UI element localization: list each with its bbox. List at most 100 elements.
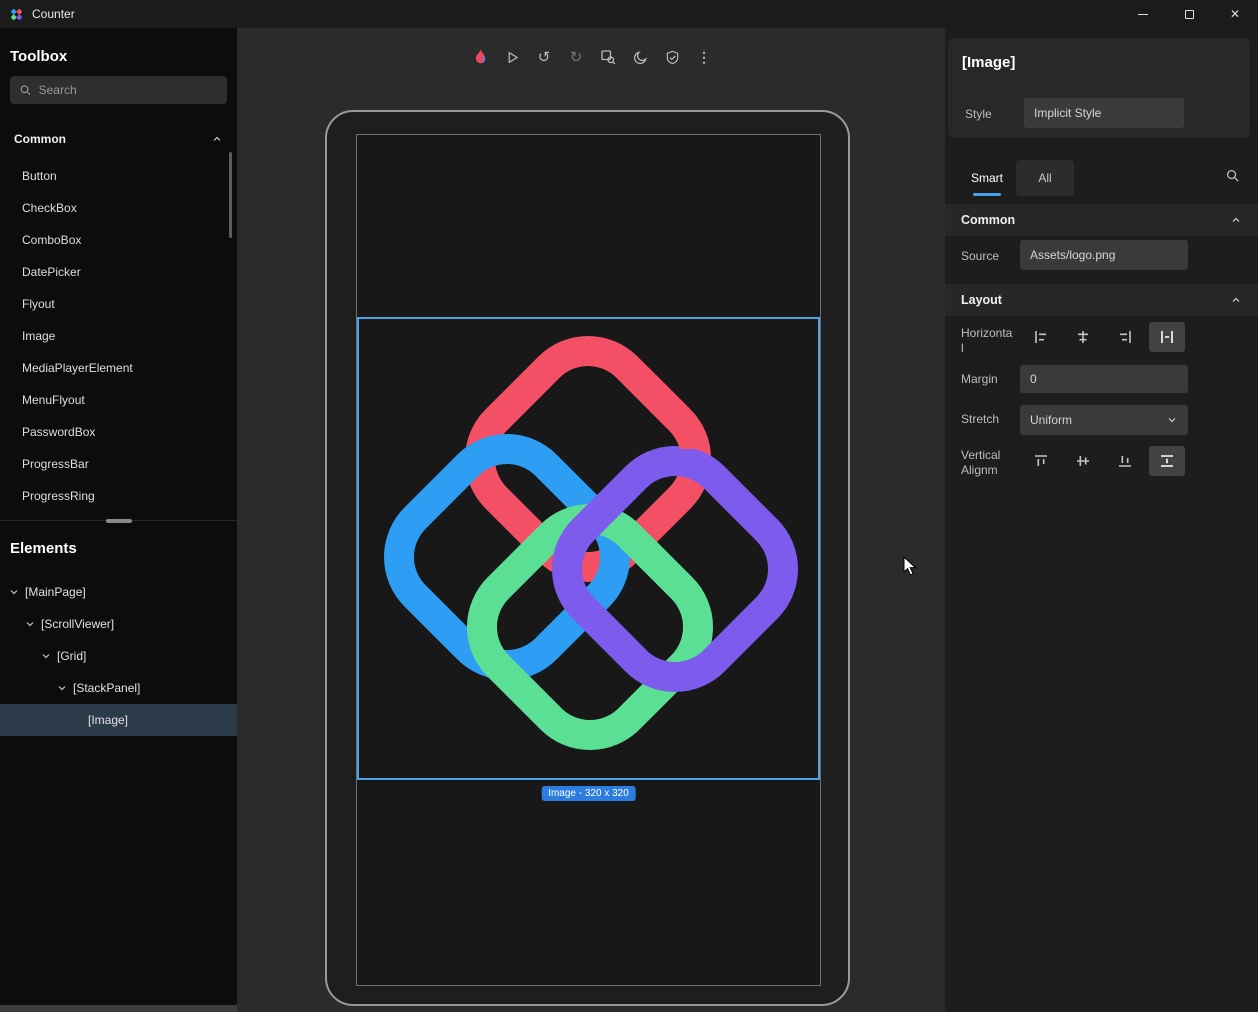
chevron-down-icon bbox=[40, 650, 52, 662]
vertical-alignment-group bbox=[1023, 446, 1185, 476]
section-label: Common bbox=[14, 132, 66, 146]
search-input[interactable] bbox=[39, 83, 218, 97]
halign-left-button[interactable] bbox=[1023, 322, 1059, 352]
selection-size-badge: Image - 320 x 320 bbox=[541, 786, 636, 801]
maximize-icon bbox=[1185, 10, 1194, 19]
toolbox-item-image[interactable]: Image bbox=[0, 320, 237, 352]
toolbox-item-datepicker[interactable]: DatePicker bbox=[0, 256, 237, 288]
align-center-horizontal-icon bbox=[1075, 329, 1091, 345]
chevron-up-icon bbox=[1230, 214, 1242, 226]
search-icon bbox=[1225, 168, 1240, 183]
toolbox-section-common[interactable]: Common bbox=[0, 124, 237, 154]
elements-tree: [MainPage] [ScrollViewer] [Grid] [StackP… bbox=[0, 576, 237, 736]
properties-panel: [Image] Style Smart All Common Source La… bbox=[945, 28, 1258, 1012]
design-canvas[interactable]: ↺ ↻ ⋮ bbox=[237, 28, 945, 1012]
toolbox-item-combobox[interactable]: ComboBox bbox=[0, 224, 237, 256]
validate-shield-icon bbox=[665, 50, 680, 65]
tree-item-mainpage[interactable]: [MainPage] bbox=[0, 576, 237, 608]
hot-reload-flame-icon bbox=[473, 48, 488, 66]
toolbox-title: Toolbox bbox=[10, 48, 67, 65]
selected-element-name: [Image] bbox=[962, 54, 1015, 71]
undo-icon: ↺ bbox=[538, 50, 551, 65]
stretch-dropdown[interactable]: Uniform bbox=[1020, 405, 1188, 435]
toolbox-panel: Toolbox Common Button CheckBox ComboBox … bbox=[0, 28, 237, 1012]
theme-toggle-moon-icon bbox=[633, 50, 648, 65]
source-label: Source bbox=[961, 249, 1013, 264]
toolbox-item-passwordbox[interactable]: PasswordBox bbox=[0, 416, 237, 448]
align-right-icon bbox=[1117, 329, 1133, 345]
close-button[interactable]: ✕ bbox=[1212, 0, 1258, 28]
section-layout[interactable]: Layout bbox=[945, 284, 1258, 316]
horizontal-scrollbar[interactable] bbox=[0, 1005, 237, 1012]
margin-input[interactable] bbox=[1020, 365, 1188, 393]
properties-tabs: Smart All bbox=[958, 160, 1074, 196]
horizontal-alignment-label: Horizontal bbox=[961, 326, 1013, 356]
style-input[interactable] bbox=[1024, 98, 1184, 128]
halign-center-button[interactable] bbox=[1065, 322, 1101, 352]
valign-center-button[interactable] bbox=[1065, 446, 1101, 476]
chevron-down-icon bbox=[8, 586, 20, 598]
source-input[interactable] bbox=[1020, 240, 1188, 270]
undo-button[interactable]: ↺ bbox=[534, 44, 554, 70]
title-bar: Counter ✕ bbox=[0, 0, 1258, 28]
logo-image bbox=[357, 317, 819, 779]
section-label: Layout bbox=[961, 293, 1002, 307]
more-options-button[interactable]: ⋮ bbox=[694, 44, 714, 70]
halign-stretch-button[interactable] bbox=[1149, 322, 1185, 352]
halign-right-button[interactable] bbox=[1107, 322, 1143, 352]
margin-label: Margin bbox=[961, 372, 1013, 387]
section-common[interactable]: Common bbox=[945, 204, 1258, 236]
tree-item-stackpanel[interactable]: [StackPanel] bbox=[0, 672, 237, 704]
properties-search-button[interactable] bbox=[1225, 168, 1240, 183]
toolbox-item-flyout[interactable]: Flyout bbox=[0, 288, 237, 320]
chevron-up-icon bbox=[1230, 294, 1242, 306]
tree-item-scrollviewer[interactable]: [ScrollViewer] bbox=[0, 608, 237, 640]
valign-top-button[interactable] bbox=[1023, 446, 1059, 476]
toolbox-item-progressring[interactable]: ProgressRing bbox=[0, 480, 237, 512]
hot-reload-button[interactable] bbox=[470, 44, 490, 70]
valign-bottom-button[interactable] bbox=[1107, 446, 1143, 476]
redo-button[interactable]: ↻ bbox=[566, 44, 586, 70]
play-icon bbox=[505, 50, 520, 65]
tree-item-grid[interactable]: [Grid] bbox=[0, 640, 237, 672]
valign-stretch-button[interactable] bbox=[1149, 446, 1185, 476]
toolbox-item-button[interactable]: Button bbox=[0, 160, 237, 192]
tree-item-image[interactable]: [Image] bbox=[0, 704, 237, 736]
search-icon bbox=[19, 83, 32, 97]
theme-toggle-button[interactable] bbox=[630, 44, 650, 70]
selection-box[interactable] bbox=[357, 317, 820, 780]
vertical-alignment-label: Vertical Alignm bbox=[961, 448, 1013, 478]
toolbox-item-progressbar[interactable]: ProgressBar bbox=[0, 448, 237, 480]
window-title: Counter bbox=[32, 7, 75, 21]
tab-all[interactable]: All bbox=[1016, 160, 1074, 196]
elements-title: Elements bbox=[10, 540, 77, 557]
minimize-button[interactable] bbox=[1120, 0, 1166, 28]
tree-item-label: [MainPage] bbox=[25, 585, 86, 599]
inspect-button[interactable] bbox=[598, 44, 618, 70]
window-controls: ✕ bbox=[1120, 0, 1258, 28]
inspect-element-icon bbox=[600, 49, 616, 65]
panel-splitter[interactable] bbox=[0, 516, 237, 526]
validate-button[interactable] bbox=[662, 44, 682, 70]
splitter-grip-icon bbox=[106, 519, 132, 523]
align-left-icon bbox=[1033, 329, 1049, 345]
toolbox-scrollbar[interactable] bbox=[229, 152, 232, 238]
kebab-menu-icon: ⋮ bbox=[697, 50, 711, 64]
tab-smart[interactable]: Smart bbox=[958, 160, 1016, 196]
selected-element-card: [Image] Style bbox=[948, 38, 1250, 138]
align-top-icon bbox=[1033, 453, 1049, 469]
app-logo-icon bbox=[9, 7, 24, 22]
horizontal-alignment-group bbox=[1023, 322, 1185, 352]
tree-item-label: [StackPanel] bbox=[73, 681, 140, 695]
toolbox-item-checkbox[interactable]: CheckBox bbox=[0, 192, 237, 224]
toolbox-search[interactable] bbox=[10, 76, 227, 104]
page-surface[interactable]: Image - 320 x 320 bbox=[356, 134, 821, 986]
toolbox-item-menuflyout[interactable]: MenuFlyout bbox=[0, 384, 237, 416]
play-button[interactable] bbox=[502, 44, 522, 70]
stretch-vertical-icon bbox=[1159, 453, 1175, 469]
toolbox-item-mediaplayerelement[interactable]: MediaPlayerElement bbox=[0, 352, 237, 384]
maximize-button[interactable] bbox=[1166, 0, 1212, 28]
style-label: Style bbox=[965, 107, 992, 121]
chevron-up-icon bbox=[211, 133, 223, 145]
tree-item-label: [Grid] bbox=[57, 649, 86, 663]
